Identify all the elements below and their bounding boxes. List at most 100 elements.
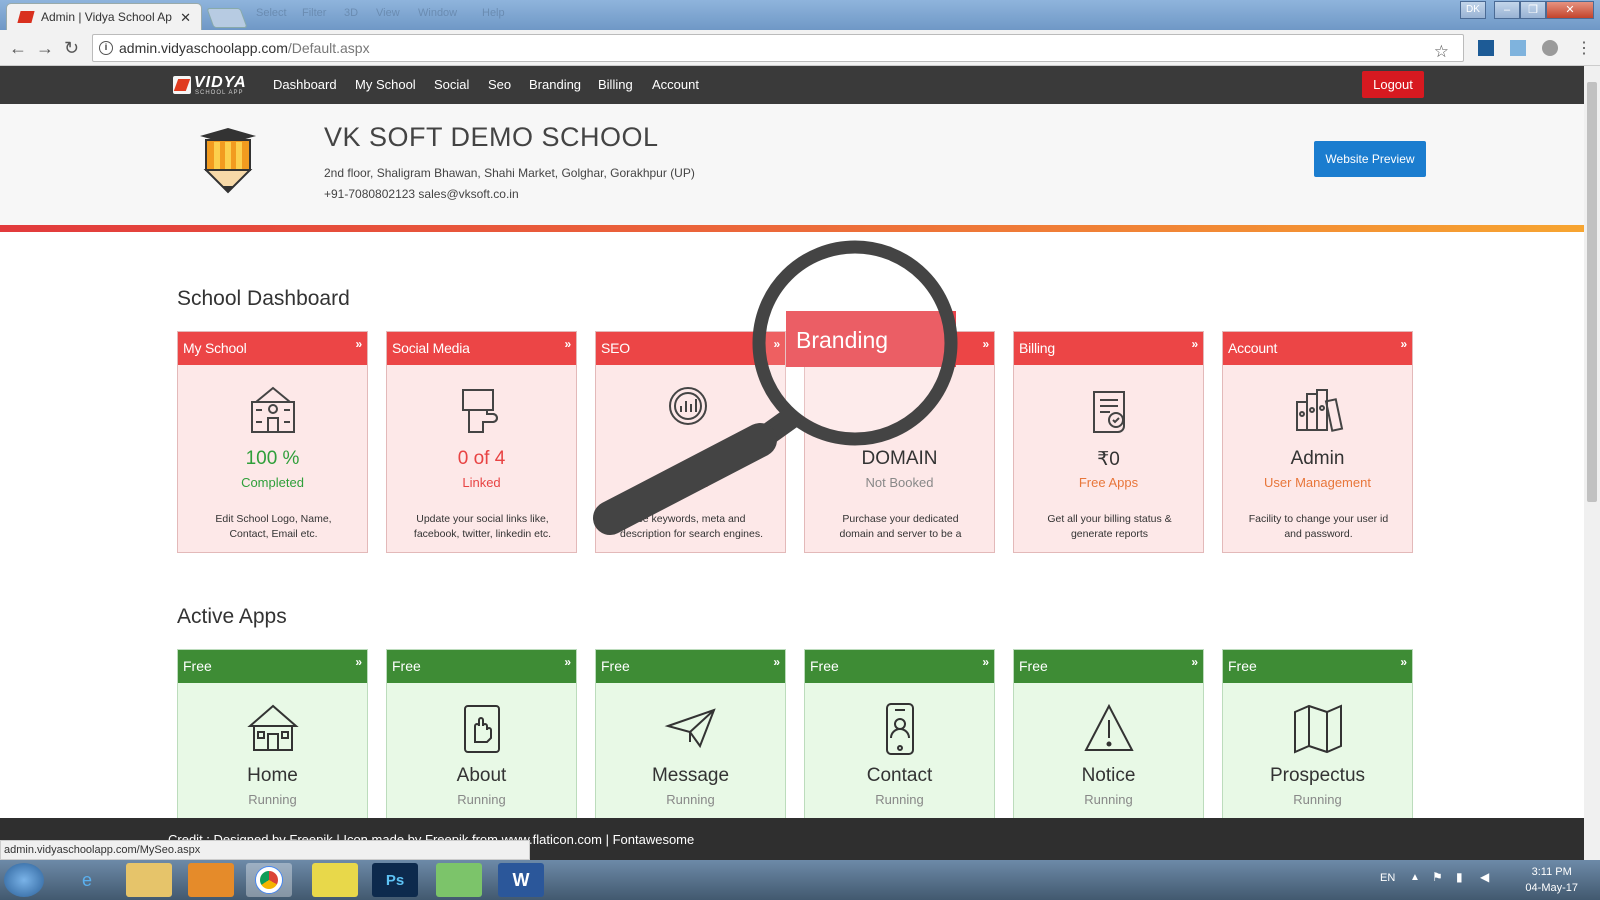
user-badge[interactable]: DK: [1460, 1, 1486, 19]
app-name: Home: [247, 765, 298, 786]
school-building-icon: [251, 386, 295, 433]
nav-billing[interactable]: Billing: [598, 77, 633, 92]
app-header[interactable]: Free »: [1223, 650, 1412, 683]
phone-contact-icon: [886, 703, 914, 755]
card-seo[interactable]: SEO » pleted ce keywords, meta and descri…: [595, 331, 786, 553]
nav-seo[interactable]: Seo: [488, 77, 511, 92]
app-about[interactable]: Free » About Running: [386, 649, 577, 829]
extension-icon[interactable]: [1510, 40, 1526, 56]
app-badge: Free: [183, 658, 212, 674]
app-notice[interactable]: Free » Notice Running: [1013, 649, 1204, 829]
school-header: VK SOFT DEMO SCHOOL 2nd floor, Shaligram…: [0, 104, 1584, 225]
app-header[interactable]: Free »: [805, 650, 994, 683]
card-social-media[interactable]: Social Media » 0 of 4 Linked Update your …: [386, 331, 577, 553]
warning-icon: [1084, 703, 1134, 751]
nav-my-school[interactable]: My School: [355, 77, 416, 92]
menu-item: Window: [418, 7, 458, 19]
card-description: Facility to change your user id and pass…: [1248, 513, 1389, 540]
vidya-logo[interactable]: VIDYA SCHOOL APP: [173, 74, 247, 96]
maximize-button[interactable]: ❐: [1520, 1, 1546, 19]
volume-icon[interactable]: ◀: [1480, 870, 1489, 884]
extension-icon[interactable]: [1478, 40, 1494, 56]
card-value: 100 %: [245, 448, 300, 469]
app-status: Running: [457, 792, 506, 807]
extension-icon[interactable]: [1542, 40, 1558, 56]
clock[interactable]: 3:11 PM 04-May-17: [1525, 864, 1578, 896]
sticky-notes-icon[interactable]: [312, 863, 358, 897]
reload-icon[interactable]: ↻: [64, 38, 79, 59]
card-title: Social Media: [392, 340, 470, 356]
logo-mark-icon: [173, 76, 191, 94]
chrome-icon[interactable]: [246, 863, 292, 897]
app-badge: Free: [601, 658, 630, 674]
card-title: Account: [1228, 340, 1278, 356]
minimize-button[interactable]: –: [1494, 1, 1520, 19]
media-player-icon[interactable]: [188, 863, 234, 897]
thumbs-up-icon: [462, 389, 498, 433]
chevron-right-icon: »: [982, 655, 989, 669]
language-indicator[interactable]: EN: [1380, 872, 1395, 884]
card-header[interactable]: Billing »: [1014, 332, 1203, 365]
bookmark-star-icon[interactable]: ☆: [1434, 39, 1449, 65]
address-bar-row: ← → ↻ i admin.vidyaschoolapp.com/Default…: [0, 30, 1600, 66]
tab-close-icon[interactable]: ✕: [180, 10, 191, 26]
window-close-button[interactable]: ✕: [1546, 1, 1594, 19]
nav-account[interactable]: Account: [652, 77, 699, 92]
chevron-right-icon: »: [982, 337, 990, 351]
card-value: 0 of 4: [457, 448, 506, 469]
school-contact: +91-7080802123 sales@vksoft.co.in: [324, 187, 519, 201]
app-name: Prospectus: [1269, 765, 1366, 786]
internet-explorer-icon[interactable]: e: [64, 863, 110, 897]
browser-menu-icon[interactable]: ⋮: [1576, 38, 1592, 58]
active-apps-title: Active Apps: [177, 605, 287, 628]
menu-item: 3D: [344, 7, 359, 19]
card-header[interactable]: Account »: [1223, 332, 1412, 365]
network-icon[interactable]: ▮: [1456, 870, 1463, 884]
card-billing[interactable]: Billing » ₹0 Free Apps Get all your billi…: [1013, 331, 1204, 553]
invoice-icon: [1093, 391, 1125, 433]
url-path: /Default.aspx: [287, 40, 370, 56]
nav-dashboard[interactable]: Dashboard: [273, 77, 337, 92]
tray-arrow-icon[interactable]: ▲: [1410, 872, 1420, 883]
status-url-bubble: admin.vidyaschoolapp.com/MySeo.aspx: [0, 840, 530, 860]
notepad-plus-icon[interactable]: [436, 863, 482, 897]
new-tab-button[interactable]: [206, 8, 248, 28]
word-icon[interactable]: W: [498, 863, 544, 897]
back-icon[interactable]: ←: [9, 38, 27, 59]
nav-branding[interactable]: Branding: [529, 77, 581, 92]
app-message[interactable]: Free » Message Running: [595, 649, 786, 829]
forward-icon[interactable]: →: [36, 38, 54, 59]
card-account[interactable]: Account » Admin User Management Facility …: [1222, 331, 1413, 553]
app-badge: Free: [810, 658, 839, 674]
url-field[interactable]: i admin.vidyaschoolapp.com/Default.aspx …: [92, 34, 1464, 62]
app-home[interactable]: Free » Home Running: [177, 649, 368, 829]
app-header[interactable]: Free »: [1014, 650, 1203, 683]
chevron-right-icon: »: [1191, 655, 1198, 669]
card-header[interactable]: My School »: [178, 332, 367, 365]
file-explorer-icon[interactable]: [126, 863, 172, 897]
logout-button[interactable]: Logout: [1362, 71, 1424, 98]
app-header[interactable]: Free »: [178, 650, 367, 683]
menu-item: Help: [482, 7, 505, 19]
app-badge: Free: [1019, 658, 1048, 674]
card-my-school[interactable]: My School » 100 % Completed Edit School L…: [177, 331, 368, 553]
app-contact[interactable]: Free » Contact Running: [804, 649, 995, 829]
app-status: Running: [248, 792, 297, 807]
scrollbar-thumb[interactable]: [1587, 82, 1597, 502]
app-header[interactable]: Free »: [387, 650, 576, 683]
info-icon[interactable]: i: [99, 41, 113, 55]
browser-tab[interactable]: Admin | Vidya School Ap ✕: [6, 3, 202, 30]
photoshop-icon[interactable]: Ps: [372, 863, 418, 897]
windows-taskbar: e Ps W EN ▲ ⚑ ▮ ◀ 3:11 PM 04-May-17: [0, 860, 1600, 900]
app-prospectus[interactable]: Free » Prospectus Running: [1222, 649, 1413, 829]
card-status: Not Booked: [865, 475, 934, 490]
card-header[interactable]: Social Media »: [387, 332, 576, 365]
card-header[interactable]: SEO »: [596, 332, 785, 365]
app-header[interactable]: Free »: [596, 650, 785, 683]
website-preview-button[interactable]: Website Preview: [1314, 141, 1426, 177]
start-button[interactable]: [4, 863, 44, 897]
seo-chart-icon: [669, 387, 707, 425]
flag-icon[interactable]: ⚑: [1432, 870, 1443, 884]
nav-social[interactable]: Social: [434, 77, 469, 92]
app-badge: Free: [1228, 658, 1257, 674]
